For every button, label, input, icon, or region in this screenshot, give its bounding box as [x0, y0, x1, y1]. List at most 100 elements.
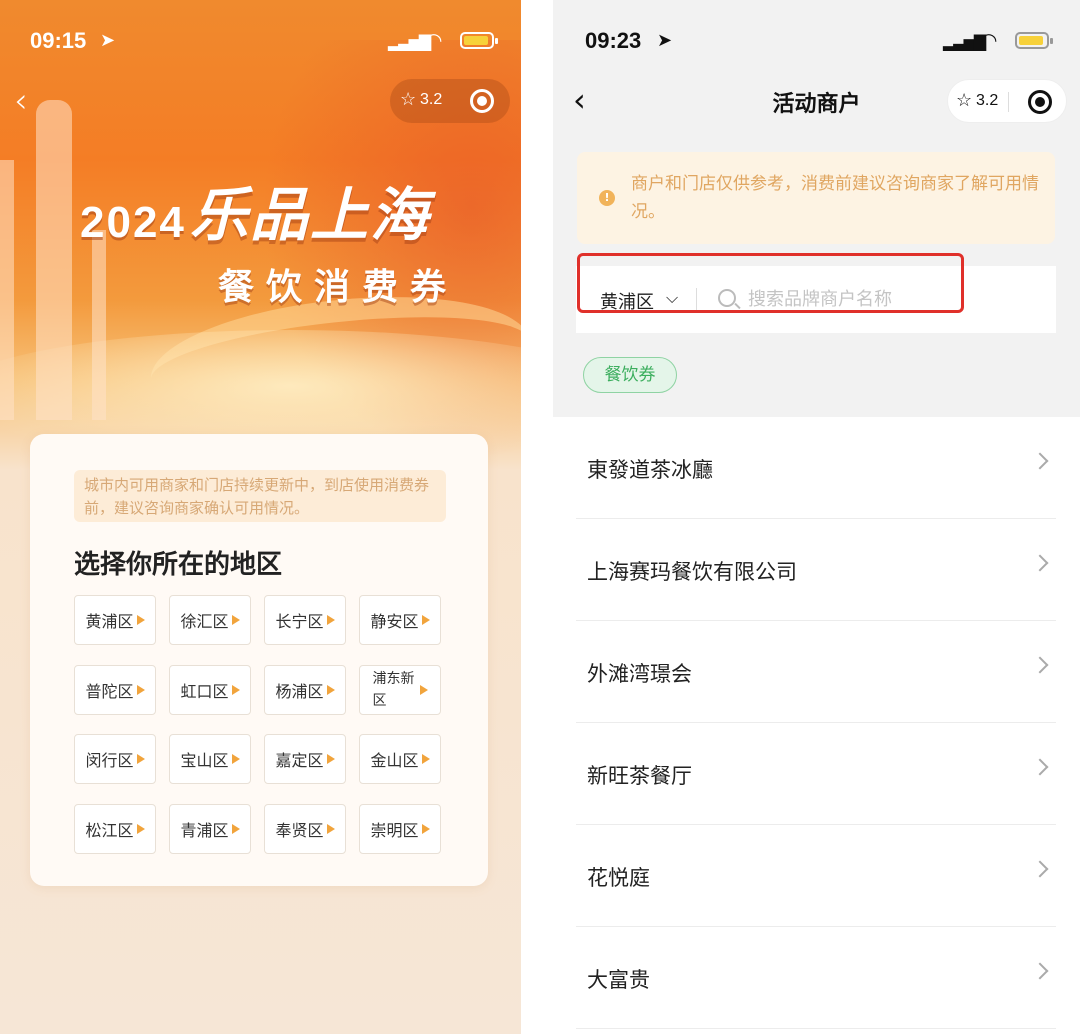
chevron-right-icon: [1031, 452, 1049, 470]
chevron-right-icon: [1031, 758, 1049, 776]
rating-value: 3.2: [420, 91, 443, 108]
search-input[interactable]: [748, 284, 1028, 314]
search-bar: 黄浦区 ⌵: [576, 266, 1056, 333]
district-button[interactable]: 松江区: [74, 803, 156, 854]
left-screen: 09:15 ➤ ▂▃▅▇ ◠ ‹ ☆ 3.2 2024 乐品上海 餐饮消费券 城…: [0, 0, 521, 1034]
merchant-name: 東發道茶冰廳: [587, 458, 713, 482]
location-arrow-icon: ➤: [657, 30, 673, 51]
signal-icon: ▂▃▅▇: [388, 32, 431, 51]
triangle-right-icon: [326, 615, 335, 625]
wifi-icon: ◠: [980, 28, 998, 52]
merchant-name: 上海赛玛餐饮有限公司: [587, 560, 797, 584]
right-screen: 09:23 ➤ ▂▃▅▇ ◠ ‹ 活动商户 ☆ 3.2 ! 商户和门店仅供参考，…: [553, 0, 1080, 1034]
district-button[interactable]: 虹口区: [169, 664, 251, 715]
record-icon[interactable]: [470, 89, 494, 113]
battery-icon: [460, 32, 498, 49]
district-label: 虹口区: [180, 681, 229, 701]
triangle-right-icon: [136, 615, 145, 625]
star-icon[interactable]: ☆: [956, 90, 972, 111]
district-button[interactable]: 闵行区: [74, 734, 156, 784]
merchant-name: 外滩湾璟会: [587, 662, 692, 686]
district-button[interactable]: 普陀区: [74, 664, 156, 715]
district-label: 杨浦区: [275, 681, 324, 701]
wifi-icon: ◠: [425, 28, 443, 52]
district-button[interactable]: 浦东新区: [359, 664, 441, 715]
tower-decoration: [0, 160, 14, 420]
signal-icon: ▂▃▅▇: [943, 32, 986, 51]
district-button[interactable]: 杨浦区: [264, 664, 346, 715]
merchant-name: 花悦庭: [587, 866, 650, 890]
district-label: 青浦区: [180, 820, 229, 840]
triangle-right-icon: [231, 754, 240, 764]
triangle-right-icon: [231, 823, 240, 834]
record-icon[interactable]: [1028, 90, 1052, 114]
district-label: 金山区: [370, 751, 419, 770]
capsule-divider: [1008, 92, 1009, 112]
triangle-right-icon: [136, 823, 145, 834]
merchant-row[interactable]: 花悦庭: [576, 825, 1056, 927]
battery-icon: [1015, 32, 1053, 49]
triangle-right-icon: [326, 684, 335, 695]
district-button[interactable]: 长宁区: [264, 595, 346, 645]
district-button[interactable]: 奉贤区: [264, 803, 346, 854]
mini-program-capsule[interactable]: ☆ 3.2: [947, 79, 1067, 123]
district-button[interactable]: 金山区: [359, 734, 441, 784]
status-bar: 09:15 ➤ ▂▃▅▇ ◠: [30, 28, 500, 58]
triangle-right-icon: [231, 684, 240, 695]
district-button[interactable]: 青浦区: [169, 803, 251, 854]
district-label: 松江区: [85, 820, 134, 840]
star-icon[interactable]: ☆: [400, 89, 416, 110]
merchant-row[interactable]: 大富贵: [576, 927, 1056, 1029]
chevron-right-icon: [1031, 656, 1049, 674]
triangle-right-icon: [419, 684, 428, 695]
rating-value: 3.2: [976, 92, 999, 109]
hero-brand: 乐品上海: [190, 181, 431, 249]
tower-decoration: [92, 230, 106, 420]
triangle-right-icon: [136, 754, 145, 764]
chevron-right-icon: [1031, 554, 1049, 572]
status-bar: 09:23 ➤ ▂▃▅▇ ◠: [585, 28, 1055, 58]
merchant-name: 大富贵: [587, 968, 650, 992]
district-label: 崇明区: [370, 820, 419, 840]
voucher-tag[interactable]: 餐饮券: [583, 357, 677, 393]
district-label: 普陀区: [85, 681, 134, 701]
merchant-row[interactable]: 外滩湾璟会: [576, 621, 1056, 723]
merchant-name: 新旺茶餐厅: [587, 764, 692, 788]
district-label: 闵行区: [85, 751, 134, 770]
district-label: 长宁区: [275, 612, 324, 631]
district-selector[interactable]: 黄浦区: [600, 288, 654, 314]
status-time: 09:23: [585, 28, 642, 53]
district-button[interactable]: 崇明区: [359, 803, 441, 854]
triangle-right-icon: [136, 684, 145, 695]
triangle-right-icon: [231, 615, 240, 625]
search-divider: [696, 288, 697, 310]
hero-subtitle: 餐饮消费券: [218, 267, 459, 308]
tower-decoration: [36, 100, 72, 420]
triangle-right-icon: [326, 823, 335, 834]
chevron-down-icon[interactable]: ⌵: [666, 288, 678, 308]
tip-text: 商户和门店仅供参考，消费前建议咨询商家了解可用情况。: [631, 174, 1039, 222]
chevron-right-icon: [1031, 860, 1049, 878]
district-button[interactable]: 宝山区: [169, 734, 251, 784]
tip-banner: ! 商户和门店仅供参考，消费前建议咨询商家了解可用情况。: [577, 152, 1055, 244]
merchant-row[interactable]: 新旺茶餐厅: [576, 723, 1056, 825]
district-button[interactable]: 静安区: [359, 595, 441, 645]
info-icon: !: [599, 190, 615, 206]
triangle-right-icon: [421, 823, 430, 834]
merchant-row[interactable]: 上海赛玛餐饮有限公司: [576, 519, 1056, 621]
district-label: 静安区: [370, 612, 419, 631]
district-label: 徐汇区: [180, 612, 229, 631]
search-icon: [718, 289, 736, 307]
chevron-right-icon: [1031, 962, 1049, 980]
merchant-row[interactable]: 東發道茶冰廳: [576, 417, 1056, 519]
mini-program-capsule[interactable]: ☆ 3.2: [390, 79, 510, 123]
triangle-right-icon: [421, 615, 430, 625]
district-label: 奉贤区: [275, 820, 324, 840]
district-button[interactable]: 徐汇区: [169, 595, 251, 645]
district-label: 嘉定区: [275, 751, 324, 770]
notice-banner: 城市内可用商家和门店持续更新中，到店使用消费券前，建议咨询商家确认可用情况。: [74, 470, 446, 522]
district-button[interactable]: 嘉定区: [264, 734, 346, 784]
district-button[interactable]: 黄浦区: [74, 595, 156, 645]
back-icon[interactable]: ‹: [14, 84, 28, 118]
district-card: 城市内可用商家和门店持续更新中，到店使用消费券前，建议咨询商家确认可用情况。 选…: [30, 434, 488, 886]
